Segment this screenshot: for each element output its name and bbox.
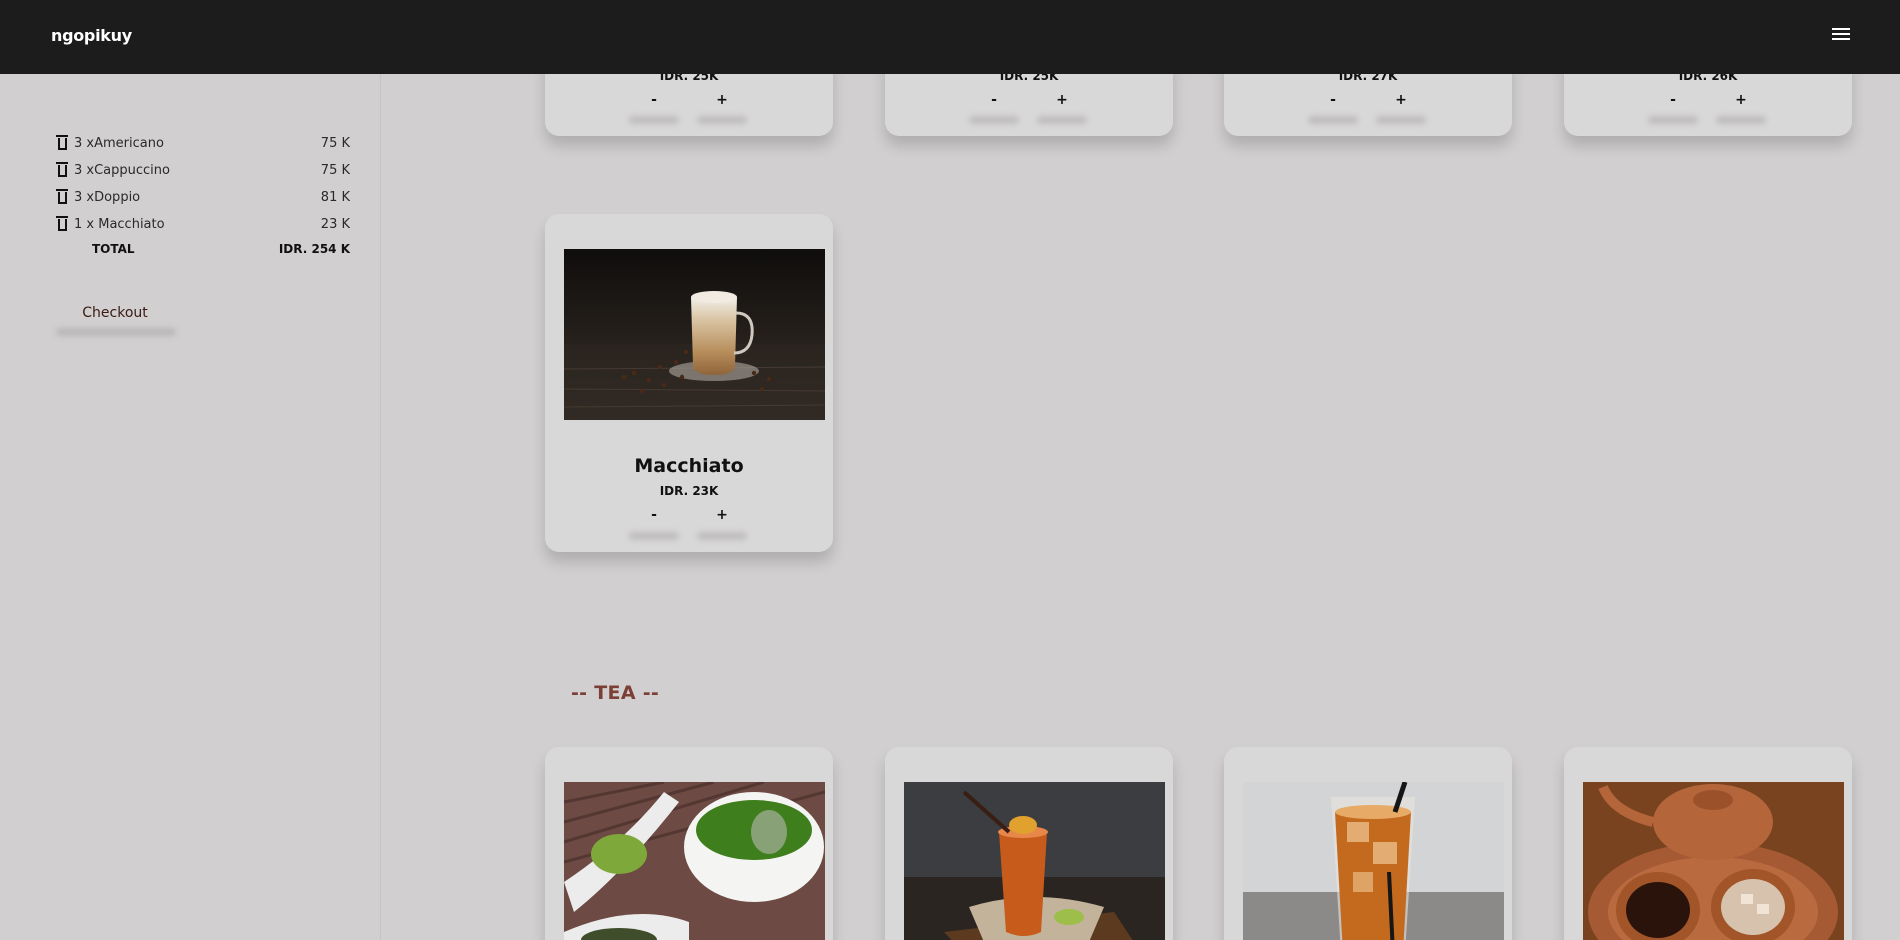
trash-icon[interactable] [56, 162, 68, 177]
button-shadow [1037, 116, 1087, 124]
decrease-button[interactable]: - [634, 506, 674, 528]
macchiato-image [564, 249, 825, 420]
trash-icon[interactable] [56, 216, 68, 231]
iced-tea-glass-image [1243, 782, 1504, 940]
iced-lemon-tea-image [904, 782, 1165, 940]
cart-item: 1 x Macchiato 23 K [56, 215, 350, 235]
cart-item: 3 xDoppio 81 K [56, 188, 350, 208]
button-shadow [969, 116, 1019, 124]
product-card-tea [1224, 747, 1512, 940]
trash-icon[interactable] [56, 135, 68, 150]
increase-button[interactable]: + [1042, 91, 1082, 113]
trash-icon[interactable] [56, 189, 68, 204]
brand-logo[interactable]: ngopikuy [51, 26, 132, 45]
total-value: IDR. 254 K [278, 242, 350, 256]
teapot-image [1583, 782, 1844, 940]
product-card-macchiato: Macchiato IDR. 23K - + [545, 214, 833, 552]
cart-sidebar: 3 xAmericano 75 K 3 xCappuccino 75 K 3 x… [0, 74, 381, 940]
cart-item-label: 3 xAmericano [74, 136, 164, 151]
button-shadow [1716, 116, 1766, 124]
cart-item-price: 75 K [320, 163, 350, 178]
button-shadow [697, 116, 747, 124]
product-card-tea [545, 747, 833, 940]
increase-button[interactable]: + [702, 91, 742, 113]
button-shadow [629, 116, 679, 124]
cart-item-price: 81 K [320, 190, 350, 205]
product-card-tea [1564, 747, 1852, 940]
button-shadow [1648, 116, 1698, 124]
increase-button[interactable]: + [1381, 91, 1421, 113]
decrease-button[interactable]: - [1313, 91, 1353, 113]
decrease-button[interactable]: - [974, 91, 1014, 113]
cart-item-label: 3 xDoppio [74, 190, 141, 205]
hamburger-menu-icon[interactable] [1832, 28, 1852, 46]
decrease-button[interactable]: - [634, 91, 674, 113]
checkout-button[interactable]: Checkout [54, 300, 176, 330]
section-title-tea: -- TEA -- [571, 682, 660, 704]
button-shadow [1376, 116, 1426, 124]
navbar-overlay: ngopikuy [0, 0, 1900, 74]
decrease-button[interactable]: - [1653, 91, 1693, 113]
product-price: IDR. 23K [659, 484, 719, 498]
cart-item-price: 23 K [320, 217, 350, 232]
cart-item: 3 xCappuccino 75 K [56, 161, 350, 181]
cart-item-label: 1 x Macchiato [74, 217, 165, 232]
cart-item-label: 3 xCappuccino [74, 163, 170, 178]
button-shadow [697, 532, 747, 540]
button-shadow [629, 532, 679, 540]
button-shadow [1308, 116, 1358, 124]
total-label: TOTAL [92, 242, 135, 256]
product-title: Macchiato [634, 455, 744, 477]
increase-button[interactable]: + [702, 506, 742, 528]
product-card-tea [885, 747, 1173, 940]
cart-item-price: 75 K [320, 136, 350, 151]
cart-item: 3 xAmericano 75 K [56, 134, 350, 154]
increase-button[interactable]: + [1721, 91, 1761, 113]
matcha-tea-image [564, 782, 825, 940]
